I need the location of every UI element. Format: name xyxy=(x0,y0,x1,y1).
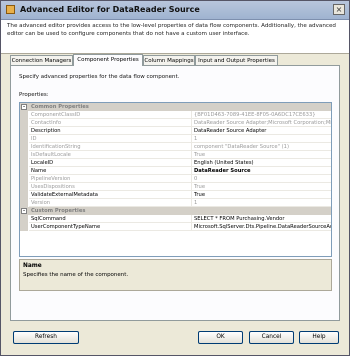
collapse-icon[interactable]: - xyxy=(21,208,27,214)
header-description: The advanced editor provides access to t… xyxy=(7,23,336,37)
property-description-pane: Name Specifies the name of the component… xyxy=(19,259,332,291)
property-row[interactable]: Description DataReader Source Adapter xyxy=(20,127,331,135)
description-title: Name xyxy=(23,263,42,269)
ok-button[interactable]: OK xyxy=(198,331,243,344)
property-name: IsDefaultLocale xyxy=(29,151,192,159)
title-bar[interactable]: Advanced Editor for DataReader Source × xyxy=(1,1,349,20)
property-grid[interactable]: - Common Properties ComponentClassID {BF0… xyxy=(19,102,332,257)
collapse-icon[interactable]: - xyxy=(21,104,27,110)
property-row[interactable]: PipelineVersion 0 xyxy=(20,175,331,183)
property-value: True xyxy=(192,151,331,159)
tab-component-properties[interactable]: Component Properties xyxy=(73,54,143,66)
property-value: component "DataReader Source" (1) xyxy=(192,143,331,151)
property-name: Description xyxy=(29,127,192,135)
category-common-properties[interactable]: - Common Properties xyxy=(20,103,331,111)
property-row[interactable]: SqlCommand SELECT * FROM Purchasing.Vendo… xyxy=(20,215,331,223)
cancel-button[interactable]: Cancel xyxy=(249,331,294,344)
property-value: {BF01D463-7089-41EE-8F05-0A6DC17CE633} xyxy=(192,111,331,119)
property-value[interactable]: DataReader Source Adapter xyxy=(192,127,331,135)
property-value[interactable]: SELECT * FROM Purchasing.Vendor xyxy=(192,215,331,223)
property-row[interactable]: IsDefaultLocale True xyxy=(20,151,331,159)
property-row[interactable]: UserComponentTypeName Microsoft.SqlServer… xyxy=(20,223,331,231)
property-name: UserComponentTypeName xyxy=(29,223,192,231)
editor-header: The advanced editor provides access to t… xyxy=(1,20,349,54)
close-button[interactable]: × xyxy=(333,4,345,15)
category-label: Common Properties xyxy=(31,104,89,110)
property-value: DataReader Source Adapter;Microsoft Corp… xyxy=(192,120,331,127)
panel-intro: Specify advanced properties for the data… xyxy=(19,74,180,80)
property-value: 0 xyxy=(192,175,331,183)
category-label: Custom Properties xyxy=(31,208,86,214)
help-button[interactable]: Help xyxy=(299,331,339,344)
property-name: ContactInfo xyxy=(29,119,192,127)
app-icon xyxy=(6,5,15,14)
property-value[interactable]: Microsoft.SqlServer.Dts.Pipeline.DataRea… xyxy=(192,223,331,231)
advanced-editor-window: Advanced Editor for DataReader Source × … xyxy=(0,0,350,356)
property-row[interactable]: ValidateExternalMetadata True xyxy=(20,191,331,199)
property-value: 1 xyxy=(192,199,331,207)
property-name: LocaleID xyxy=(29,159,192,167)
property-row[interactable]: ID 1 xyxy=(20,135,331,143)
property-name: ValidateExternalMetadata xyxy=(29,191,192,199)
property-name: UsesDispositions xyxy=(29,183,192,191)
property-name: IdentificationString xyxy=(29,143,192,151)
category-custom-properties[interactable]: - Custom Properties xyxy=(20,207,331,215)
property-row[interactable]: ComponentClassID {BF01D463-7089-41EE-8F05… xyxy=(20,111,331,119)
component-properties-panel: Specify advanced properties for the data… xyxy=(10,65,340,321)
property-name: PipelineVersion xyxy=(29,175,192,183)
tab-connection-managers[interactable]: Connection Managers xyxy=(10,55,73,65)
property-row[interactable]: LocaleID English (United States) xyxy=(20,159,331,167)
tab-input-output-properties[interactable]: Input and Output Properties xyxy=(195,55,278,65)
property-value[interactable]: DataReader Source xyxy=(192,167,331,175)
property-value: 1 xyxy=(192,135,331,143)
property-row[interactable]: Version 1 xyxy=(20,199,331,207)
property-row[interactable]: ContactInfo DataReader Source Adapter;Mic… xyxy=(20,119,331,127)
description-text: Specifies the name of the component. xyxy=(23,272,129,278)
property-row-selected[interactable]: Name DataReader Source xyxy=(20,167,331,175)
window-title: Advanced Editor for DataReader Source xyxy=(20,5,200,14)
tab-column-mappings[interactable]: Column Mappings xyxy=(143,55,195,65)
property-row[interactable]: UsesDispositions True xyxy=(20,183,331,191)
property-value[interactable]: True xyxy=(192,191,331,199)
property-value[interactable]: English (United States) xyxy=(192,159,331,167)
refresh-button[interactable]: Refresh xyxy=(13,331,79,344)
property-row[interactable]: IdentificationString component "DataReade… xyxy=(20,143,331,151)
property-value: True xyxy=(192,183,331,191)
properties-label: Properties: xyxy=(19,92,49,98)
property-name: ComponentClassID xyxy=(29,111,192,119)
property-name: ID xyxy=(29,135,192,143)
property-name: SqlCommand xyxy=(29,215,192,223)
property-name: Version xyxy=(29,199,192,207)
property-name: Name xyxy=(29,167,192,175)
